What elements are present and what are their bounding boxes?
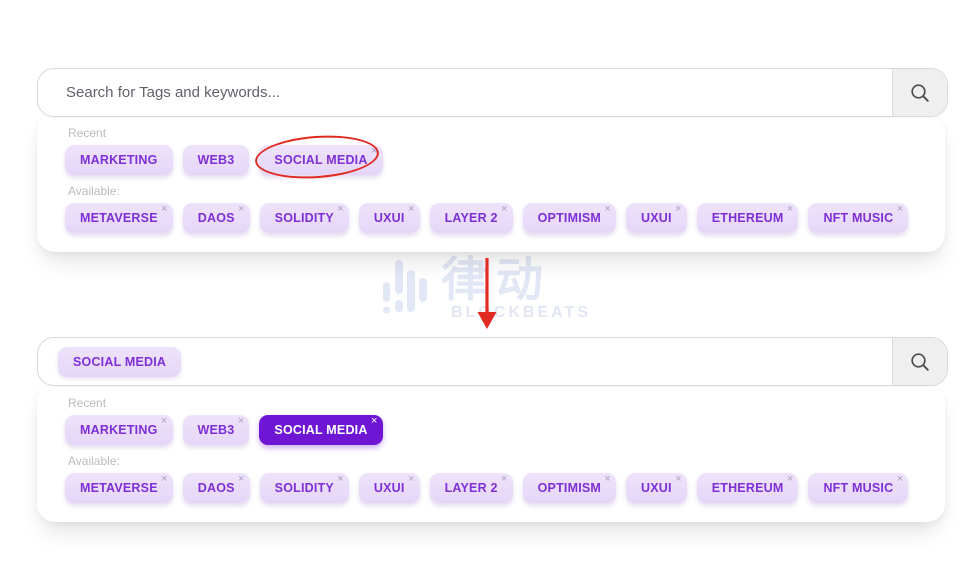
tag-remove-icon[interactable]: × — [337, 474, 344, 485]
tag-web3[interactable]: WEB3× — [183, 415, 250, 445]
tag-label: LAYER 2 — [445, 481, 498, 495]
available-label: Available: — [68, 184, 917, 198]
tag-web3[interactable]: WEB3 — [183, 145, 250, 175]
tag-metaverse[interactable]: METAVERSE× — [65, 203, 173, 233]
recent-tags-row: MARKETING×WEB3×SOCIAL MEDIA× — [65, 415, 917, 445]
red-down-arrow — [470, 256, 504, 332]
tag-label: SOCIAL MEDIA — [73, 355, 166, 369]
tag-optimism[interactable]: OPTIMISM× — [523, 203, 616, 233]
tag-optimism[interactable]: OPTIMISM× — [523, 473, 616, 503]
tag-label: SOLIDITY — [275, 481, 334, 495]
tag-label: ETHEREUM — [712, 211, 784, 225]
tag-solidity[interactable]: SOLIDITY× — [260, 203, 349, 233]
tag-label: WEB3 — [198, 423, 235, 437]
search-input-after[interactable] — [181, 338, 892, 385]
tag-label: SOCIAL MEDIA — [274, 423, 367, 437]
tag-label: ETHEREUM — [712, 481, 784, 495]
tag-remove-icon[interactable]: × — [604, 474, 611, 485]
tag-remove-icon[interactable]: × — [238, 204, 245, 215]
tag-social-media[interactable]: SOCIAL MEDIA × — [259, 415, 382, 445]
tag-remove-icon[interactable]: × — [408, 204, 415, 215]
tag-remove-icon[interactable]: × — [897, 204, 904, 215]
tag-daos[interactable]: DAOS× — [183, 203, 250, 233]
tag-label: DAOS — [198, 481, 235, 495]
tag-uxui[interactable]: UXUI× — [359, 203, 420, 233]
recent-tags-row: MARKETING WEB3 SOCIAL MEDIA × — [65, 145, 917, 175]
recent-label: Recent — [68, 396, 917, 410]
tag-ethereum[interactable]: ETHEREUM× — [697, 203, 799, 233]
tag-ethereum[interactable]: ETHEREUM× — [697, 473, 799, 503]
tag-social-media-input-chip[interactable]: SOCIAL MEDIA — [58, 347, 181, 377]
tag-remove-icon[interactable]: × — [787, 204, 794, 215]
tag-nft-music[interactable]: NFT MUSIC × — [808, 203, 908, 233]
tag-label: SOCIAL MEDIA — [274, 153, 367, 167]
tag-label: NFT MUSIC — [823, 481, 893, 495]
tag-label: NFT MUSIC — [823, 211, 893, 225]
tag-label: SOLIDITY — [275, 211, 334, 225]
tag-metaverse[interactable]: METAVERSE× — [65, 473, 173, 503]
tag-label: OPTIMISM — [538, 211, 601, 225]
tag-label: UXUI — [641, 481, 672, 495]
tag-remove-icon[interactable]: × — [604, 204, 611, 215]
tag-dropdown-before: Recent MARKETING WEB3 SOCIAL MEDIA × Availa… — [37, 114, 945, 252]
tag-remove-icon[interactable]: × — [787, 474, 794, 485]
tag-label: MARKETING — [80, 153, 158, 167]
search-icon — [909, 351, 931, 373]
tag-label: METAVERSE — [80, 211, 158, 225]
tag-uxui[interactable]: UXUI× — [359, 473, 420, 503]
tag-remove-icon[interactable]: × — [897, 474, 904, 485]
tag-remove-icon[interactable]: × — [238, 474, 245, 485]
tag-remove-icon[interactable]: × — [161, 474, 168, 485]
search-icon — [909, 82, 931, 104]
tag-remove-icon[interactable]: × — [501, 474, 508, 485]
tag-dropdown-after: Recent MARKETING×WEB3×SOCIAL MEDIA× Avai… — [37, 384, 945, 522]
available-tags-row: METAVERSE×DAOS×SOLIDITY×UXUI×LAYER 2×OPT… — [65, 473, 917, 503]
tag-remove-icon[interactable]: × — [371, 146, 378, 157]
tag-label: UXUI — [374, 211, 405, 225]
tag-remove-icon[interactable]: × — [337, 204, 344, 215]
tag-uxui[interactable]: UXUI× — [626, 203, 687, 233]
tag-label: OPTIMISM — [538, 481, 601, 495]
tag-label: UXUI — [374, 481, 405, 495]
search-bar-after: SOCIAL MEDIA — [37, 337, 948, 386]
tag-remove-icon[interactable]: × — [238, 416, 245, 427]
tag-solidity[interactable]: SOLIDITY× — [260, 473, 349, 503]
search-bar-before — [37, 68, 948, 117]
tag-layer-2[interactable]: LAYER 2× — [430, 473, 513, 503]
tag-remove-icon[interactable]: × — [371, 416, 378, 427]
tag-marketing[interactable]: MARKETING — [65, 145, 173, 175]
watermark-text: 律动 BLOCKBEATS — [441, 252, 591, 322]
blockbeats-logo-icon — [383, 252, 429, 320]
tag-label: DAOS — [198, 211, 235, 225]
search-button-after[interactable] — [892, 338, 947, 385]
available-tags-row: METAVERSE×DAOS×SOLIDITY×UXUI×LAYER 2×OPT… — [65, 203, 917, 233]
tag-remove-icon[interactable]: × — [408, 474, 415, 485]
recent-label: Recent — [68, 126, 917, 140]
tag-label: METAVERSE — [80, 481, 158, 495]
tag-label: LAYER 2 — [445, 211, 498, 225]
tag-remove-icon[interactable]: × — [675, 474, 682, 485]
available-label: Available: — [68, 454, 917, 468]
tag-uxui[interactable]: UXUI× — [626, 473, 687, 503]
tag-label: WEB3 — [198, 153, 235, 167]
tag-remove-icon[interactable]: × — [675, 204, 682, 215]
tag-nft-music[interactable]: NFT MUSIC × — [808, 473, 908, 503]
tag-remove-icon[interactable]: × — [161, 204, 168, 215]
tag-social-media[interactable]: SOCIAL MEDIA × — [259, 145, 382, 175]
tag-layer-2[interactable]: LAYER 2× — [430, 203, 513, 233]
tag-marketing[interactable]: MARKETING× — [65, 415, 173, 445]
tag-remove-icon[interactable]: × — [501, 204, 508, 215]
search-input-before[interactable] — [38, 69, 892, 116]
tag-label: UXUI — [641, 211, 672, 225]
tag-search-demo: Recent MARKETING WEB3 SOCIAL MEDIA × Availa… — [0, 0, 973, 575]
tag-label: MARKETING — [80, 423, 158, 437]
watermark-cjk: 律动 — [441, 252, 591, 308]
tag-remove-icon[interactable]: × — [161, 416, 168, 427]
tag-daos[interactable]: DAOS× — [183, 473, 250, 503]
search-button-before[interactable] — [892, 69, 947, 116]
